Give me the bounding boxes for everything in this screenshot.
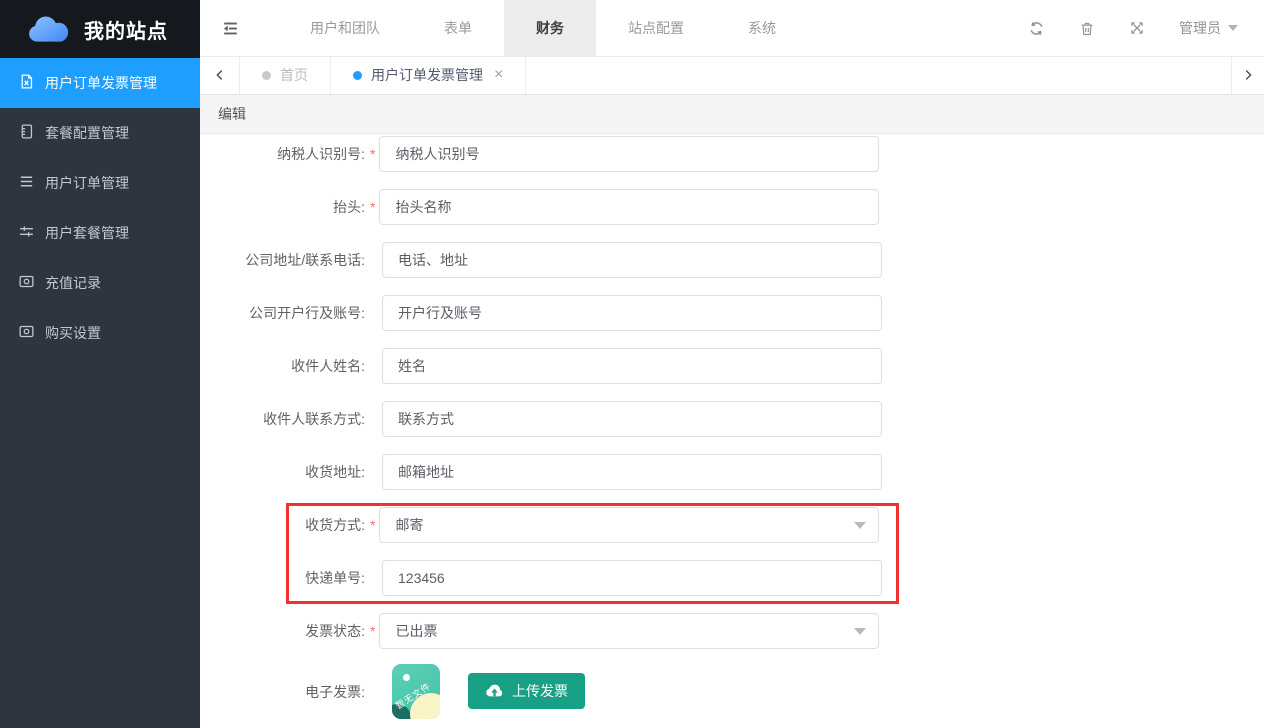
company-address-phone-input[interactable]: [382, 242, 882, 278]
invoice-file-icon: [18, 73, 35, 93]
sidebar-item-user-package[interactable]: 用户套餐管理: [0, 208, 200, 258]
field-label: 发票状态:: [200, 613, 365, 649]
field-label: 收件人姓名:: [200, 348, 365, 384]
select-caret-icon: [854, 628, 866, 635]
sidebar-item-invoice-manage[interactable]: 用户订单发票管理: [0, 58, 200, 108]
sliders-icon: [18, 223, 35, 243]
tracking-number-input[interactable]: [382, 560, 882, 596]
order-list-icon: [18, 173, 35, 193]
field-label: 快递单号:: [200, 560, 365, 596]
required-marker: *: [370, 507, 375, 543]
upload-cloud-icon: [485, 682, 504, 701]
tabbar: 首页 用户订单发票管理 ×: [200, 57, 1264, 94]
tab-invoice-manage[interactable]: 用户订单发票管理 ×: [331, 57, 526, 93]
top-nav: 用户和团队 表单 财务 站点配置 系统: [278, 0, 808, 56]
tab-label: 首页: [280, 65, 308, 85]
chevron-left-icon[interactable]: [200, 57, 240, 93]
page-title: 编辑: [218, 104, 246, 124]
user-menu[interactable]: 管理员: [1179, 18, 1238, 38]
invoice-title-input[interactable]: [379, 189, 879, 225]
field-label: 公司地址/联系电话:: [200, 242, 365, 278]
sidebar-item-label: 购买设置: [45, 323, 101, 343]
field-label: 纳税人识别号:: [200, 136, 365, 172]
edit-form: 纳税人识别号: * 抬头: * 公司地址/联系电话:: [200, 134, 1264, 728]
recipient-contact-input[interactable]: [382, 401, 882, 437]
field-label: 收货地址:: [200, 454, 365, 490]
taxpayer-id-input[interactable]: [379, 136, 879, 172]
chevron-right-icon[interactable]: [1231, 57, 1264, 93]
form-row-delivery-address: 收货地址:: [200, 454, 1264, 490]
no-file-thumbnail[interactable]: 暂无文件: [392, 664, 440, 719]
form-row-company-bank-account: 公司开户行及账号:: [200, 295, 1264, 331]
sidebar-item-label: 用户订单发票管理: [45, 73, 157, 93]
fullscreen-icon[interactable]: [1129, 20, 1145, 36]
banknote-icon: [18, 323, 35, 343]
sidebar-item-label: 套餐配置管理: [45, 123, 129, 143]
sidebar-item-recharge-records[interactable]: 充值记录: [0, 258, 200, 308]
delivery-method-select[interactable]: 邮寄: [379, 507, 879, 543]
refresh-icon[interactable]: [1028, 20, 1045, 37]
site-logo[interactable]: 我的站点: [0, 0, 200, 58]
caret-down-icon: [1228, 25, 1238, 31]
user-name: 管理员: [1179, 18, 1221, 38]
form-row-taxpayer-id: 纳税人识别号: *: [200, 136, 1264, 172]
thumbnail-dot: [403, 674, 410, 681]
close-icon[interactable]: ×: [494, 67, 503, 83]
invoice-status-select[interactable]: 已出票: [379, 613, 879, 649]
field-label: 电子发票:: [200, 664, 365, 720]
form-row-recipient-name: 收件人姓名:: [200, 348, 1264, 384]
form-row-company-address-phone: 公司地址/联系电话:: [200, 242, 1264, 278]
form-row-invoice-status: 发票状态: * 已出票: [200, 613, 1264, 649]
sidebar-item-label: 用户套餐管理: [45, 223, 129, 243]
field-label: 抬头:: [200, 189, 365, 225]
menu-fold-icon[interactable]: [200, 0, 260, 56]
sidebar-item-package-config[interactable]: 套餐配置管理: [0, 108, 200, 158]
package-config-icon: [18, 123, 35, 143]
form-row-invoice-title: 抬头: *: [200, 189, 1264, 225]
required-marker: *: [370, 136, 375, 172]
sidebar-menu: 用户订单发票管理 套餐配置管理 用户订单管理: [0, 58, 200, 358]
field-label: 收货方式:: [200, 507, 365, 543]
tabbar-spacer: [526, 57, 1231, 93]
topnav-forms[interactable]: 表单: [412, 0, 504, 56]
site-title: 我的站点: [84, 15, 168, 44]
topbar-actions: 管理员: [1028, 0, 1264, 56]
company-bank-account-input[interactable]: [382, 295, 882, 331]
topnav-site-config[interactable]: 站点配置: [596, 0, 716, 56]
sidebar: 我的站点 用户订单发票管理 套餐配置管理: [0, 0, 200, 728]
form-row-recipient-contact: 收件人联系方式:: [200, 401, 1264, 437]
topbar: 用户和团队 表单 财务 站点配置 系统: [200, 0, 1264, 57]
form-row-e-invoice: 电子发票: 暂无文件: [200, 664, 1264, 720]
tab-home[interactable]: 首页: [240, 57, 331, 93]
tab-label: 用户订单发票管理: [371, 65, 483, 85]
select-caret-icon: [854, 522, 866, 529]
topbar-spacer: [808, 0, 1028, 56]
required-marker: *: [370, 613, 375, 649]
cloud-logo-icon: [26, 13, 72, 46]
form-row-tracking-number: 快递单号:: [200, 560, 1264, 596]
sidebar-item-label: 用户订单管理: [45, 173, 129, 193]
topnav-finance[interactable]: 财务: [504, 0, 596, 56]
topnav-users-teams[interactable]: 用户和团队: [278, 0, 412, 56]
tab-dot-icon: [353, 71, 362, 80]
trash-icon[interactable]: [1079, 20, 1095, 37]
sidebar-item-purchase-settings[interactable]: 购买设置: [0, 308, 200, 358]
page-bar: 编辑: [200, 95, 1264, 134]
upload-invoice-button[interactable]: 上传发票: [468, 673, 585, 709]
field-label: 公司开户行及账号:: [200, 295, 365, 331]
sidebar-item-order-manage[interactable]: 用户订单管理: [0, 158, 200, 208]
tab-dot-icon: [262, 71, 271, 80]
main-area: 用户和团队 表单 财务 站点配置 系统: [200, 0, 1264, 728]
upload-button-label: 上传发票: [512, 681, 568, 701]
delivery-address-input[interactable]: [382, 454, 882, 490]
recipient-name-input[interactable]: [382, 348, 882, 384]
field-label: 收件人联系方式:: [200, 401, 365, 437]
required-marker: *: [370, 189, 375, 225]
app-window: 我的站点 用户订单发票管理 套餐配置管理: [0, 0, 1264, 728]
topnav-system[interactable]: 系统: [716, 0, 808, 56]
banknote-icon: [18, 273, 35, 293]
form-row-delivery-method: 收货方式: * 邮寄: [200, 507, 1264, 543]
sidebar-item-label: 充值记录: [45, 273, 101, 293]
